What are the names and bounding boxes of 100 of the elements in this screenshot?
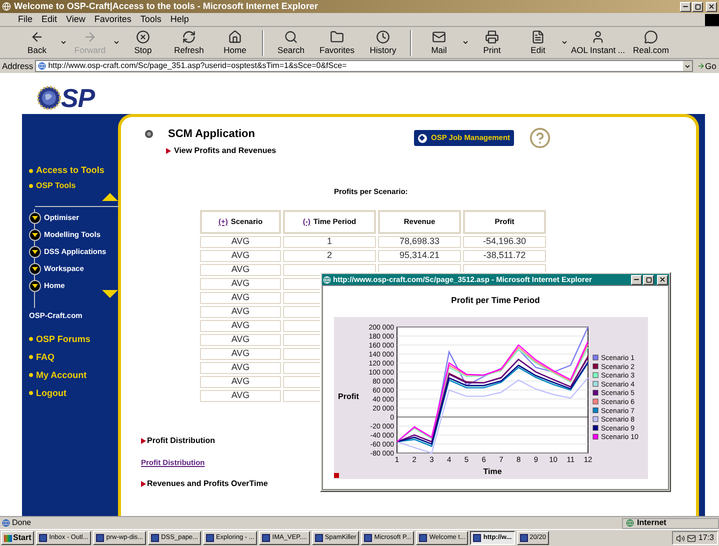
menu-item[interactable]: File xyxy=(18,15,33,24)
legend-swatch xyxy=(592,354,598,360)
printer-icon xyxy=(485,30,499,44)
table-cell: AVG xyxy=(231,362,250,372)
table-cell: 1 xyxy=(326,236,332,246)
help-icon[interactable] xyxy=(529,127,552,149)
menu-item[interactable]: Tools xyxy=(140,15,162,24)
toolbar-button[interactable]: Search xyxy=(268,30,314,55)
sidebar-link[interactable]: Access to Tools xyxy=(36,166,104,175)
windows-flag-icon xyxy=(4,534,12,542)
arrow-right-icon xyxy=(697,62,705,70)
table-cell: AVG xyxy=(231,376,250,386)
section-heading: Profit Distribution xyxy=(147,436,215,444)
menu-item[interactable]: View xyxy=(66,15,86,24)
bullet-icon xyxy=(29,391,33,395)
table-cell: AVG xyxy=(231,390,250,400)
minimize-icon xyxy=(682,3,689,10)
search-icon xyxy=(284,30,298,44)
chart-title: Profit per Time Period xyxy=(451,296,540,304)
app-icon xyxy=(419,534,428,542)
maximize-button[interactable] xyxy=(692,2,703,12)
minimize-button[interactable] xyxy=(680,2,691,12)
sidebar-link[interactable]: My Account xyxy=(36,370,87,380)
page-icon xyxy=(2,519,10,527)
legend-swatch xyxy=(592,363,598,369)
table-cell: AVG xyxy=(231,306,250,316)
legend-swatch xyxy=(592,372,598,378)
speaker-icon[interactable] xyxy=(676,534,686,542)
toolbar-button[interactable]: Print xyxy=(469,30,515,55)
legend-swatch xyxy=(592,380,598,386)
close-icon xyxy=(659,276,666,283)
logo-text: SP xyxy=(61,84,94,110)
clock-icon xyxy=(376,30,390,44)
menu-item[interactable]: Help xyxy=(170,15,189,24)
app-icon xyxy=(39,534,48,542)
arrow-bullet-icon xyxy=(141,481,146,487)
table-cell: AVG xyxy=(231,250,250,260)
toolbar-button[interactable]: Home xyxy=(212,30,258,55)
dropdown-button[interactable] xyxy=(683,61,692,71)
status-text: Done xyxy=(12,519,32,527)
person-icon xyxy=(591,30,605,44)
start-button[interactable]: Start xyxy=(1,531,34,545)
home-icon xyxy=(228,30,242,44)
toolbar-button[interactable]: Edit xyxy=(515,30,561,55)
page-icon xyxy=(38,62,46,70)
toolbar-button[interactable]: AOL Instant ... xyxy=(568,30,628,55)
sidebar-link[interactable]: FAQ xyxy=(36,352,55,362)
subheading-link[interactable]: View Profits and Revenues xyxy=(174,147,276,155)
legend-swatch xyxy=(592,424,598,430)
close-button[interactable] xyxy=(706,2,717,12)
table-cell: AVG xyxy=(231,292,250,302)
toolbar-button[interactable]: Real.com xyxy=(628,30,674,55)
minimize-button[interactable] xyxy=(631,274,642,284)
caret-icon[interactable] xyxy=(462,39,469,46)
table-cell: AVG xyxy=(231,236,250,246)
bullet-icon xyxy=(29,373,33,377)
clock: 17:3 xyxy=(698,534,714,542)
globe-logo-icon xyxy=(37,86,61,110)
address-label: Address xyxy=(2,62,34,70)
toolbar-button[interactable]: Favorites xyxy=(314,30,360,55)
legend-swatch xyxy=(592,398,598,404)
sidebar-link[interactable]: OSP Forums xyxy=(36,334,90,344)
menu-item[interactable]: Edit xyxy=(42,15,58,24)
window-title: Welcome to OSP-Craft|Access to the tools - Microsoft Internet Explorer xyxy=(14,2,319,11)
table-cell: -54,196.30 xyxy=(482,236,526,246)
minimize-icon xyxy=(633,276,640,283)
close-icon xyxy=(708,3,715,10)
table-cell: AVG xyxy=(231,348,250,358)
sidebar-link[interactable]: Logout xyxy=(36,388,66,398)
browser-icon xyxy=(2,2,11,11)
bullet-icon xyxy=(29,184,33,188)
maximize-button[interactable] xyxy=(643,274,654,284)
table-cell: AVG xyxy=(231,264,250,274)
close-button[interactable] xyxy=(657,274,668,284)
caret-icon[interactable] xyxy=(561,39,568,46)
app-icon xyxy=(206,534,214,542)
menu-item[interactable]: Favorites xyxy=(94,15,132,24)
toolbar-button[interactable]: Stop xyxy=(120,30,166,55)
speech-bubble-icon xyxy=(644,30,658,44)
sidebar-link[interactable]: OSP Tools xyxy=(36,182,76,190)
app-icon xyxy=(520,534,528,542)
caret-icon xyxy=(684,62,691,70)
folder-icon xyxy=(330,30,344,44)
stop-icon xyxy=(136,30,150,44)
address-field[interactable]: http://www.osp-craft.com/Sc/page_351.asp?userid=osptest&sTim=1&sSce=0&fSce= xyxy=(35,60,693,72)
legend-swatch xyxy=(592,433,598,439)
maximize-icon xyxy=(646,276,652,282)
arrow-bullet-icon xyxy=(166,148,171,154)
legend-swatch xyxy=(592,407,598,413)
zone-text: Internet xyxy=(637,519,666,527)
toolbar-button[interactable]: Refresh xyxy=(166,30,212,55)
toolbar-button[interactable]: Back xyxy=(14,30,60,55)
maximize-icon xyxy=(694,4,700,10)
toolbar-button[interactable]: Mail xyxy=(416,30,462,55)
go-button[interactable]: Go xyxy=(695,62,719,70)
mail-icon[interactable] xyxy=(687,534,696,542)
toolbar-button[interactable]: History xyxy=(360,30,406,55)
y-axis-title: Profit xyxy=(338,392,358,400)
app-icon xyxy=(314,534,323,542)
caret-icon[interactable] xyxy=(60,39,67,46)
